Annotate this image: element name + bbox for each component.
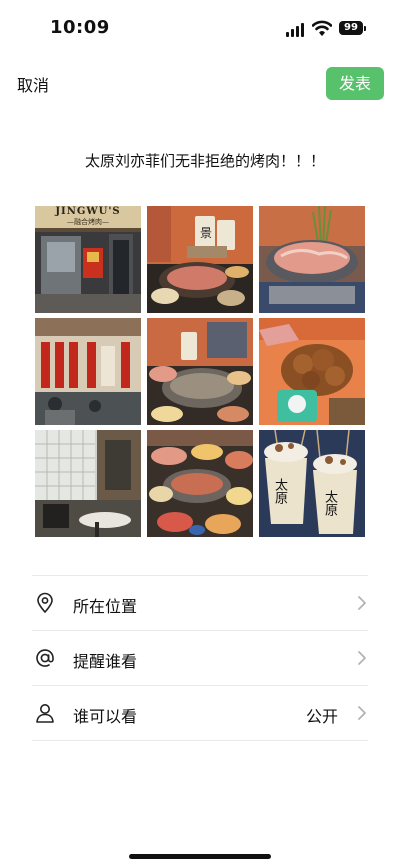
cellular-signal-icon [286, 23, 306, 37]
person-icon [36, 704, 54, 723]
option-mention-label: 提醒谁看 [73, 652, 138, 671]
photo-tile-8[interactable] [147, 430, 253, 537]
photo-tile-9[interactable]: 太原 太原 [259, 430, 365, 537]
storefront-subtitle: —融合烤肉— [67, 218, 109, 226]
publish-button[interactable]: 发表 [326, 67, 384, 100]
option-location-label: 所在位置 [73, 597, 138, 616]
option-visibility-value: 公开 [305, 707, 338, 726]
option-location[interactable]: 所在位置 [32, 575, 368, 630]
battery-icon: 99 [339, 21, 363, 35]
status-time: 10:09 [50, 17, 110, 38]
battery-tip [364, 26, 366, 31]
at-sign-icon [36, 649, 54, 667]
photo-tile-3[interactable] [259, 206, 365, 313]
cup-label-right: 太原 [322, 490, 337, 516]
photo-tile-1[interactable]: JINGWU'S —融合烤肉— [35, 206, 141, 313]
wifi-icon [312, 20, 332, 36]
cup-label-left: 太原 [272, 478, 287, 504]
option-visibility[interactable]: 谁可以看 公开 [32, 685, 368, 741]
location-pin-icon [37, 592, 53, 614]
chevron-right-icon [358, 706, 366, 720]
option-mention[interactable]: 提醒谁看 [32, 630, 368, 685]
chevron-right-icon [358, 596, 366, 610]
cancel-button[interactable]: 取消 [17, 72, 49, 96]
photo-tile-4[interactable] [35, 318, 141, 425]
home-indicator[interactable] [129, 854, 271, 859]
photo-tile-5[interactable] [147, 318, 253, 425]
post-options-list: 所在位置 提醒谁看 谁可以看 公开 [32, 575, 368, 741]
photo-tile-2[interactable]: 景 [147, 206, 253, 313]
photo-grid: JINGWU'S —融合烤肉— 景 太原 太原 [35, 206, 365, 537]
option-visibility-label: 谁可以看 [73, 707, 138, 726]
status-bar: 10:09 99 [0, 0, 400, 56]
photo-tile-6[interactable] [259, 318, 365, 425]
photo-tile-7[interactable] [35, 430, 141, 537]
cup-label: 景 [199, 226, 212, 240]
storefront-sign: JINGWU'S [55, 206, 121, 217]
chevron-right-icon [358, 651, 366, 665]
post-text[interactable]: 太原刘亦菲们无非拒绝的烤肉！！！ [0, 150, 400, 171]
